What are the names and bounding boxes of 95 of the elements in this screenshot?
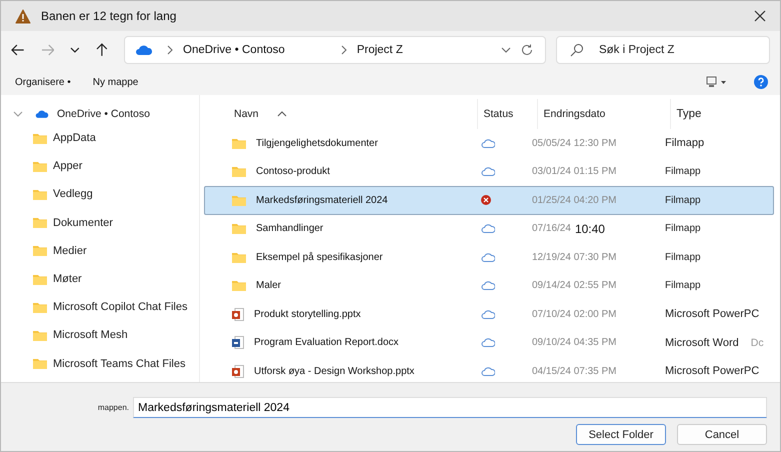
modified-date: 07/16/24 — [532, 223, 571, 234]
expand-chevron-icon[interactable] — [13, 111, 23, 117]
sidebar-item[interactable]: AppData — [53, 132, 96, 144]
address-bar[interactable]: OneDrive • Contoso Project Z — [124, 36, 546, 64]
search-field[interactable]: Søk i Project Z — [556, 36, 770, 64]
column-header[interactable]: Navn — [200, 99, 259, 129]
folder-icon — [232, 280, 246, 292]
sidebar-item[interactable]: Møter — [53, 273, 82, 286]
file-type: Filmapp — [665, 166, 701, 178]
modified-date: 07/10/24 02:00 PM — [532, 308, 617, 320]
back-arrow-icon[interactable] — [11, 44, 25, 56]
file-row[interactable]: Tilgjengelighetsdokumenter 05/05/24 12:30 PM Filmapp — [204, 129, 774, 158]
close-icon[interactable] — [754, 10, 766, 22]
chevron-right-icon — [340, 45, 347, 55]
select-folder-button[interactable]: Select Folder — [576, 424, 666, 445]
modified-date: 09/10/24 04:35 PM — [532, 337, 617, 348]
file-name: Produkt storytelling.pptx — [254, 308, 361, 320]
folder-icon — [33, 217, 47, 228]
folder-icon — [33, 132, 47, 144]
view-options-icon[interactable] — [706, 76, 728, 88]
file-row[interactable]: Program Evaluation Report.docx 09/10/24 04:35 PM Microsoft Word Dc — [204, 328, 774, 357]
folder-icon — [33, 274, 47, 285]
file-row[interactable]: Contoso-produkt 03/01/24 01:15 PM Filmapp — [204, 158, 774, 186]
modified-time: 10:40 — [574, 222, 605, 236]
presentation-file-icon — [232, 308, 244, 321]
presentation-file-icon — [232, 364, 244, 378]
sidebar-item[interactable]: Microsoft Mesh — [53, 329, 128, 342]
file-type: Filmapp — [665, 223, 701, 234]
breadcrumb-item[interactable]: OneDrive • Contoso — [183, 44, 285, 56]
cloud-icon — [35, 109, 49, 119]
column-header[interactable]: Type — [670, 99, 780, 129]
file-name: Maler — [256, 280, 282, 292]
sidebar-item[interactable]: Apper — [53, 160, 82, 172]
cancel-button[interactable]: Cancel — [677, 424, 767, 445]
folder-icon — [33, 302, 47, 313]
file-name: Utforsk øya - Design Workshop.pptx — [254, 366, 414, 377]
file-row[interactable]: Markedsføringsmateriell 2024 01/25/24 04:20 PM Filmapp — [204, 186, 774, 214]
folder-icon — [232, 194, 246, 206]
file-row[interactable]: Eksempel på spesifikasjoner 12/19/24 07:30 PM Filmapp — [204, 243, 774, 272]
file-name: Contoso-produkt — [256, 166, 330, 178]
toolbar-button[interactable]: Ny mappe — [84, 74, 146, 90]
file-name: Samhandlinger — [256, 223, 324, 234]
modified-date: 01/25/24 04:20 PM — [532, 194, 617, 206]
file-name: Program Evaluation Report.docx — [254, 337, 399, 348]
document-file-icon — [232, 336, 244, 350]
file-type: Microsoft PowerPC — [665, 308, 760, 320]
modified-date: 12/19/24 07:30 PM — [532, 252, 617, 263]
modified-date: 04/15/24 07:35 PM — [532, 366, 617, 377]
column-header[interactable]: Status — [476, 99, 537, 129]
file-name: Tilgjengelighetsdokumenter — [256, 138, 378, 149]
file-type: Microsoft Word — [665, 336, 739, 349]
sidebar-item[interactable]: Microsoft Teams Chat Files — [53, 358, 186, 370]
file-name: Eksempel på spesifikasjoner — [256, 252, 383, 263]
modified-date: 09/14/24 02:55 PM — [532, 280, 617, 292]
folder-icon — [33, 245, 47, 256]
window-title: Banen er 12 tegn for lang — [41, 9, 178, 23]
toolbar-button[interactable]: Organisere • — [7, 74, 79, 90]
breadcrumb-item[interactable]: Project Z — [356, 44, 403, 56]
file-type: Microsoft PowerPC — [665, 365, 760, 378]
folder-icon — [232, 223, 246, 234]
file-type: Filmapp — [665, 252, 701, 263]
warning-icon — [15, 8, 31, 24]
table-cell: Dc — [750, 336, 764, 349]
sidebar-item[interactable]: Microsoft Copilot Chat Files — [53, 301, 188, 314]
folder-icon — [33, 330, 47, 341]
chevron-right-icon — [167, 45, 173, 55]
up-arrow-icon[interactable] — [96, 43, 108, 57]
folder-icon — [232, 252, 246, 263]
file-type: Filmapp — [665, 137, 704, 150]
sidebar-item[interactable]: Dokumenter — [53, 216, 113, 229]
file-row[interactable]: Utforsk øya - Design Workshop.pptx 04/15/24 07:35 PM Microsoft PowerPC — [204, 357, 774, 386]
file-type: Filmapp — [665, 280, 701, 292]
file-row[interactable]: Samhandlinger 07/16/24 10:40 Filmapp — [204, 214, 774, 243]
file-row[interactable]: Produkt storytelling.pptx 07/10/24 02:00 PM Microsoft PowerPC — [204, 300, 774, 328]
folder-icon — [232, 166, 246, 178]
folder-name-field[interactable]: Markedsføringsmateriell 2024 — [133, 397, 767, 418]
sidebar-item[interactable]: Vedlegg — [53, 188, 93, 200]
folder-icon — [33, 188, 47, 200]
help-icon[interactable] — [754, 75, 768, 89]
modified-date: 05/05/24 12:30 PM — [532, 138, 617, 149]
file-row[interactable]: Maler 09/14/24 02:55 PM Filmapp — [204, 272, 774, 300]
refresh-icon[interactable] — [520, 44, 533, 56]
file-type: Filmapp — [665, 194, 701, 206]
modified-date: 03/01/24 01:15 PM — [532, 166, 617, 178]
field-label: mappen. — [98, 403, 129, 412]
folder-icon — [232, 138, 246, 149]
sort-ascending-icon[interactable] — [276, 111, 287, 117]
folder-icon — [33, 160, 47, 172]
sidebar-item[interactable]: OneDrive • Contoso — [57, 108, 150, 120]
cloud-icon — [135, 44, 153, 56]
column-header[interactable]: Endringsdato — [536, 99, 670, 129]
chevron-down-icon[interactable] — [70, 47, 80, 53]
sidebar-item[interactable]: Medier — [53, 244, 87, 257]
folder-icon — [33, 358, 47, 370]
file-name: Markedsføringsmateriell 2024 — [256, 194, 388, 206]
